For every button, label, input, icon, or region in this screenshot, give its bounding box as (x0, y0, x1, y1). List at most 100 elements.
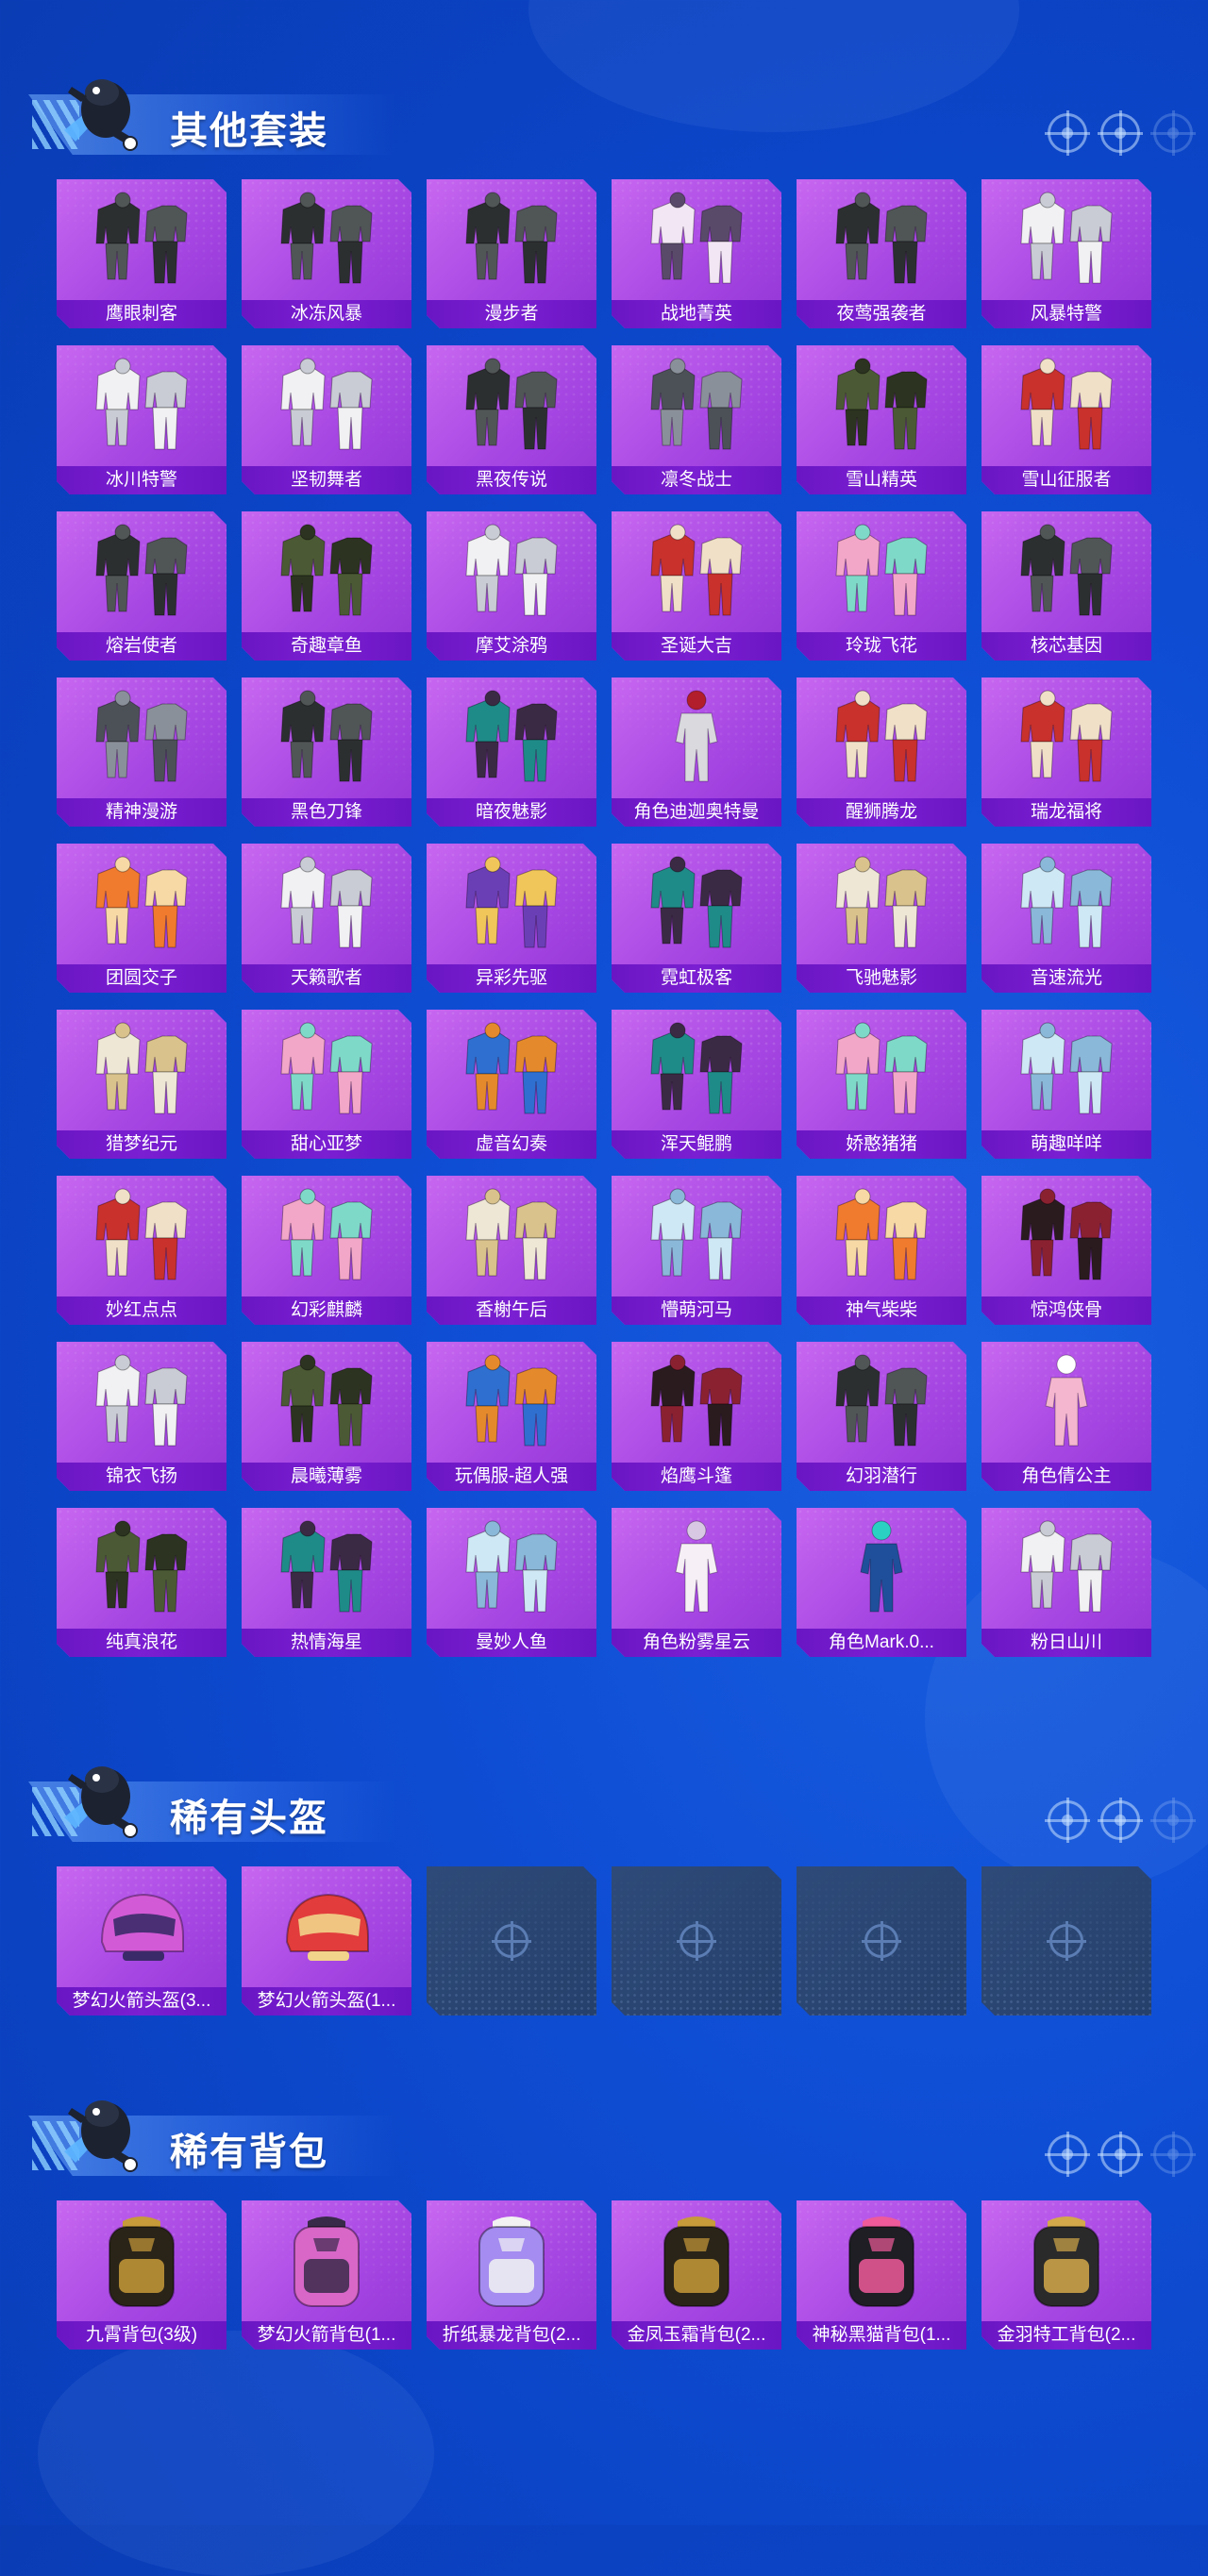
item-card[interactable]: 妙红点点 (57, 1176, 226, 1325)
crosshair-icon (1098, 2132, 1143, 2177)
item-name: 猎梦纪元 (57, 1130, 226, 1159)
item-card[interactable]: 核芯基因 (982, 511, 1151, 661)
item-card[interactable]: 战地菁英 (612, 179, 781, 328)
item-card[interactable]: 精神漫游 (57, 677, 226, 827)
item-card[interactable]: 飞驰魅影 (797, 844, 966, 993)
item-card[interactable]: 摩艾涂鸦 (427, 511, 596, 661)
item-card[interactable]: 香榭午后 (427, 1176, 596, 1325)
item-card[interactable]: 粉日山川 (982, 1508, 1151, 1657)
item-card[interactable]: 音速流光 (982, 844, 1151, 993)
item-card[interactable]: 黑色刀锋 (242, 677, 411, 827)
item-card[interactable]: 风暴特警 (982, 179, 1151, 328)
item-card[interactable]: 坚韧舞者 (242, 345, 411, 494)
purple-suit-image (455, 853, 568, 955)
item-card[interactable]: 玩偶服-超人强 (427, 1342, 596, 1491)
item-name: 异彩先驱 (427, 964, 596, 993)
item-card[interactable]: 虚音幻奏 (427, 1010, 596, 1159)
item-card[interactable]: 霓虹极客 (612, 844, 781, 993)
pink-suit-image (270, 1185, 383, 1287)
striped-suit-image (640, 189, 753, 291)
item-name: 夜莺强袭者 (797, 300, 966, 328)
item-card[interactable]: 梦幻火箭背包(1... (242, 2200, 411, 2350)
teal-suit-image (270, 1517, 383, 1619)
item-card[interactable]: 折纸暴龙背包(2... (427, 2200, 596, 2350)
item-name: 团圆交子 (57, 964, 226, 993)
item-card[interactable]: 焰鹰斗篷 (612, 1342, 781, 1491)
item-card[interactable]: 曼妙人鱼 (427, 1508, 596, 1657)
item-name: 曼妙人鱼 (427, 1629, 596, 1657)
item-name: 惊鸿侠骨 (982, 1296, 1151, 1325)
item-card[interactable]: 团圆交子 (57, 844, 226, 993)
item-card[interactable]: 天籁歌者 (242, 844, 411, 993)
helmet-red-image (270, 1876, 383, 1978)
red-suit-image (85, 1185, 198, 1287)
item-card[interactable]: 鹰眼刺客 (57, 179, 226, 328)
crosshair-placeholder-icon (862, 1921, 901, 1961)
item-card[interactable]: 神气柴柴 (797, 1176, 966, 1325)
white-suit-image (85, 1351, 198, 1453)
item-card[interactable]: 惊鸿侠骨 (982, 1176, 1151, 1325)
item-card[interactable]: 纯真浪花 (57, 1508, 226, 1657)
item-name: 风暴特警 (982, 300, 1151, 328)
item-card[interactable]: 甜心亚梦 (242, 1010, 411, 1159)
item-card[interactable]: 夜莺强袭者 (797, 179, 966, 328)
item-card[interactable]: 幻羽潜行 (797, 1342, 966, 1491)
item-card[interactable]: 冰冻风暴 (242, 179, 411, 328)
crosshair-icon (1045, 110, 1090, 156)
item-card[interactable]: 醒狮腾龙 (797, 677, 966, 827)
item-card[interactable]: 角色迪迦奥特曼 (612, 677, 781, 827)
item-card[interactable]: 娇憨猪猪 (797, 1010, 966, 1159)
item-card[interactable]: 金凤玉霜背包(2... (612, 2200, 781, 2350)
item-name: 冰川特警 (57, 466, 226, 494)
green-suit-image (270, 1351, 383, 1453)
item-card[interactable]: 冰川特警 (57, 345, 226, 494)
item-card[interactable]: 黑夜传说 (427, 345, 596, 494)
dark-suit-image (825, 189, 938, 291)
white-suit-image (270, 853, 383, 955)
item-card[interactable]: 异彩先驱 (427, 844, 596, 993)
red-suit-image (1010, 687, 1123, 789)
white-suit-image (455, 521, 568, 623)
helmet-pink-image (85, 1876, 198, 1978)
item-card[interactable]: 九霄背包(3级) (57, 2200, 226, 2350)
item-card[interactable]: 角色倩公主 (982, 1342, 1151, 1491)
blue-figure-image (825, 1517, 938, 1619)
item-card[interactable]: 圣诞大吉 (612, 511, 781, 661)
item-card[interactable]: 雪山精英 (797, 345, 966, 494)
item-card[interactable]: 角色粉雾星云 (612, 1508, 781, 1657)
item-card[interactable]: 暗夜魅影 (427, 677, 596, 827)
pink-figure-image (1010, 1351, 1123, 1453)
item-name: 妙红点点 (57, 1296, 226, 1325)
item-card[interactable]: 凛冬战士 (612, 345, 781, 494)
item-card[interactable]: 梦幻火箭头盔(3... (57, 1866, 226, 2016)
item-card[interactable]: 晨曦薄雾 (242, 1342, 411, 1491)
item-card[interactable]: 角色Mark.0... (797, 1508, 966, 1657)
item-name: 甜心亚梦 (242, 1130, 411, 1159)
item-name: 暗夜魅影 (427, 798, 596, 827)
item-card[interactable]: 漫步者 (427, 179, 596, 328)
item-card[interactable]: 萌趣咩咩 (982, 1010, 1151, 1159)
item-card[interactable]: 浑天鲲鹏 (612, 1010, 781, 1159)
item-name: 圣诞大吉 (612, 632, 781, 661)
item-name: 玩偶服-超人强 (427, 1463, 596, 1491)
item-card[interactable]: 猎梦纪元 (57, 1010, 226, 1159)
item-card[interactable]: 懵萌河马 (612, 1176, 781, 1325)
item-card[interactable]: 瑞龙福将 (982, 677, 1151, 827)
green-suit-image (85, 1517, 198, 1619)
item-card[interactable]: 玲珑飞花 (797, 511, 966, 661)
green-suit-image (270, 521, 383, 623)
item-card[interactable]: 锦衣飞扬 (57, 1342, 226, 1491)
item-card[interactable]: 熔岩使者 (57, 511, 226, 661)
white-suit-image (85, 355, 198, 457)
crosshair-placeholder-icon (492, 1921, 531, 1961)
item-card[interactable]: 奇趣章鱼 (242, 511, 411, 661)
item-card[interactable]: 幻彩麒麟 (242, 1176, 411, 1325)
item-name: 梦幻火箭头盔(3... (57, 1987, 226, 2016)
item-card[interactable]: 雪山征服者 (982, 345, 1151, 494)
light-blue-suit-image (455, 1517, 568, 1619)
item-card[interactable]: 梦幻火箭头盔(1... (242, 1866, 411, 2016)
item-card[interactable]: 神秘黑猫背包(1... (797, 2200, 966, 2350)
item-name: 雪山征服者 (982, 466, 1151, 494)
item-card[interactable]: 热情海星 (242, 1508, 411, 1657)
item-card[interactable]: 金羽特工背包(2... (982, 2200, 1151, 2350)
